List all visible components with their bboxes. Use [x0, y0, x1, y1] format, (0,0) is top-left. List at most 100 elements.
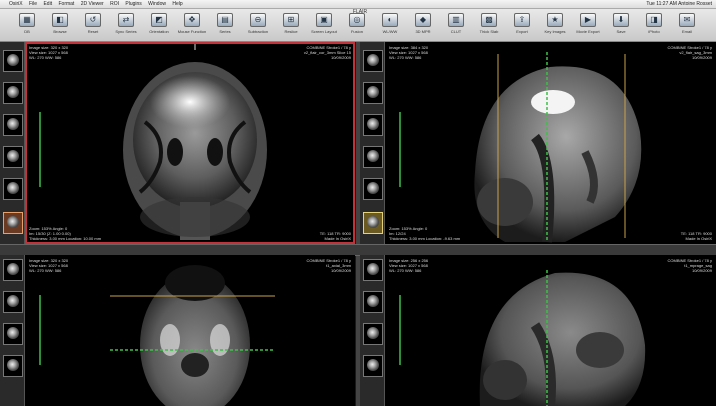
subtraction-icon: ⊖ — [250, 13, 266, 27]
image-viewer-coronal[interactable]: Image size: 320 x 320 View size: 1027 x … — [25, 42, 355, 244]
watermark-text: Made In OsiriX — [685, 236, 712, 241]
menu-osirix[interactable]: OsiriX — [9, 1, 23, 7]
series-thumbnail[interactable] — [3, 355, 23, 377]
brain-thumbnail-icon — [367, 150, 379, 162]
sagittal-t1-mri-image — [399, 270, 646, 406]
image-viewer-sagittal-t1[interactable]: Image size: 256 x 256 View size: 1027 x … — [385, 255, 716, 406]
email-icon: ✉ — [679, 13, 695, 27]
menu-edit[interactable]: Edit — [43, 1, 52, 7]
series-thumbnail[interactable] — [363, 146, 383, 168]
series-icon: ▤ — [217, 13, 233, 27]
wl-ww-icon: ◐ — [382, 13, 398, 27]
series-thumbnail[interactable] — [3, 323, 23, 345]
image-viewer-sagittal[interactable]: Image size: 384 x 320 View size: 1027 x … — [385, 42, 716, 244]
toolbar-button-subtraction[interactable]: ⊖ Subtraction — [243, 11, 273, 39]
toolbar-button-export[interactable]: ⇪ Export — [507, 11, 537, 39]
fusion-icon: ◎ — [349, 13, 365, 27]
toolbar-button-db[interactable]: ▦ DB — [12, 11, 42, 39]
series-thumbnail[interactable] — [363, 259, 383, 281]
toolbar-button-reslice[interactable]: ⊞ Reslice — [276, 11, 306, 39]
menu-2d-viewer[interactable]: 2D Viewer — [81, 1, 104, 7]
window-level-text: WL: 270 WW: 586 — [29, 55, 62, 60]
brain-thumbnail-icon — [367, 118, 379, 130]
toolbar-button-clut[interactable]: ▥ CLUT — [441, 11, 471, 39]
menu-file[interactable]: File — [29, 1, 37, 7]
menu-help[interactable]: Help — [172, 1, 182, 7]
toolbar-button-label: Series — [219, 29, 231, 34]
series-thumbnail[interactable] — [3, 114, 23, 136]
toolbar-button-label: Subtraction — [247, 29, 269, 34]
menu-roi[interactable]: ROI — [110, 1, 119, 7]
series-thumbnail[interactable] — [363, 355, 383, 377]
overlay-top-right: COMBINE Stroke1 / 78 y v2_flair_sag_3mm … — [668, 45, 712, 60]
mouse-function-icon: ✥ — [184, 13, 200, 27]
save-icon: ⬇ — [613, 13, 629, 27]
image-viewer-axial[interactable]: Image size: 320 x 320 View size: 1027 x … — [25, 255, 355, 406]
toolbar-button-label: Export — [516, 29, 528, 34]
toolbar-button-label: Sync Series — [115, 29, 137, 34]
series-thumbnail[interactable] — [3, 146, 23, 168]
series-thumbnail[interactable] — [363, 323, 383, 345]
toolbar-button-screen-layout[interactable]: ▣ Screen Layout — [309, 11, 339, 39]
toolbar-button-label: Reset — [87, 29, 99, 34]
series-thumbnail[interactable] — [363, 291, 383, 313]
series-thumbnail[interactable] — [3, 291, 23, 313]
sagittal-mri-image — [399, 52, 642, 243]
series-thumbnail[interactable] — [363, 82, 383, 104]
toolbar-button-label: Key Images — [544, 29, 566, 34]
toolbar-button-movie-export[interactable]: ▶ Movie Export — [573, 11, 603, 39]
brain-thumbnail-icon — [367, 182, 379, 194]
brain-thumbnail-icon — [7, 327, 19, 339]
series-thumbnail[interactable] — [363, 178, 383, 200]
thick-slab-icon: ▩ — [481, 13, 497, 27]
series-thumbnail[interactable] — [363, 50, 383, 72]
series-thumbnail-selected[interactable] — [3, 212, 23, 234]
thickness-text: Thickness: 3.00 mm Location: -9.63 mm — [389, 236, 461, 241]
brain-thumbnail-icon — [7, 118, 19, 130]
toolbar-button-sync-series[interactable]: ⇄ Sync Series — [111, 11, 141, 39]
brain-thumbnail-icon — [7, 182, 19, 194]
menu-format[interactable]: Format — [58, 1, 74, 7]
toolbar-button-save[interactable]: ⬇ Save — [606, 11, 636, 39]
toolbar-button-label: Mouse Function — [177, 29, 207, 34]
toolbar-button-key-images[interactable]: ★ Key Images — [540, 11, 570, 39]
toolbar-button-email[interactable]: ✉ Email — [672, 11, 702, 39]
clut-icon: ▥ — [448, 13, 464, 27]
series-thumbnail[interactable] — [3, 178, 23, 200]
key-images-icon: ★ — [547, 13, 563, 27]
study-date-text: 10/09/2009 — [330, 55, 351, 60]
menu-window[interactable]: Window — [148, 1, 166, 7]
series-thumbnails-tl — [0, 42, 25, 244]
toolbar-button-thick-slab[interactable]: ▩ Thick Slab — [474, 11, 504, 39]
toolbar-button-wl-ww[interactable]: ◐ WL/WW — [375, 11, 405, 39]
coronal-mri-image — [39, 44, 267, 240]
brain-thumbnail-icon — [367, 263, 379, 275]
series-thumbnail[interactable] — [363, 114, 383, 136]
toolbar-button-iphoto[interactable]: ◨ iPhoto — [639, 11, 669, 39]
series-thumbnail[interactable] — [3, 259, 23, 281]
toolbar-button-3d-mpr[interactable]: ◆ 3D MPR — [408, 11, 438, 39]
brain-thumbnail-icon — [7, 86, 19, 98]
series-thumbnail[interactable] — [3, 50, 23, 72]
overlay-top-left: Image size: 320 x 320 View size: 1027 x … — [29, 45, 68, 60]
series-thumbnails-br — [360, 255, 385, 406]
series-thumbnail-selected[interactable] — [363, 212, 383, 234]
toolbar-button-mouse-function[interactable]: ✥ Mouse Function — [177, 11, 207, 39]
viewer-toolbar: FLAIR ▦ DB ◧ Browse ↺ Reset ⇄ Sync Series ◩ Orien… — [0, 9, 716, 42]
toolbar-button-browse[interactable]: ◧ Browse — [45, 11, 75, 39]
series-thumbnail[interactable] — [3, 82, 23, 104]
brain-thumbnail-icon — [367, 54, 379, 66]
overlay-top-left: Image size: 256 x 256 View size: 1027 x … — [389, 258, 428, 273]
toolbar-button-reset[interactable]: ↺ Reset — [78, 11, 108, 39]
toolbar-button-orientation[interactable]: ◩ Orientation — [144, 11, 174, 39]
overlay-bottom-right: TE: 118 TR: 9000 Made In OsiriX — [681, 231, 712, 241]
toolbar-button-fusion[interactable]: ◎ Fusion — [342, 11, 372, 39]
toolbar-button-series[interactable]: ▤ Series — [210, 11, 240, 39]
toolbar-button-label: Fusion — [350, 29, 363, 34]
brain-thumbnail-icon — [7, 54, 19, 66]
toolbar-button-label: Orientation — [149, 29, 169, 34]
menu-plugins[interactable]: Plugins — [125, 1, 141, 7]
overlay-top-right: COMBINE Stroke1 / 78 y v2_flair_cor_3mm … — [304, 45, 351, 60]
brain-thumbnail-icon — [7, 359, 19, 371]
export-icon: ⇪ — [514, 13, 530, 27]
